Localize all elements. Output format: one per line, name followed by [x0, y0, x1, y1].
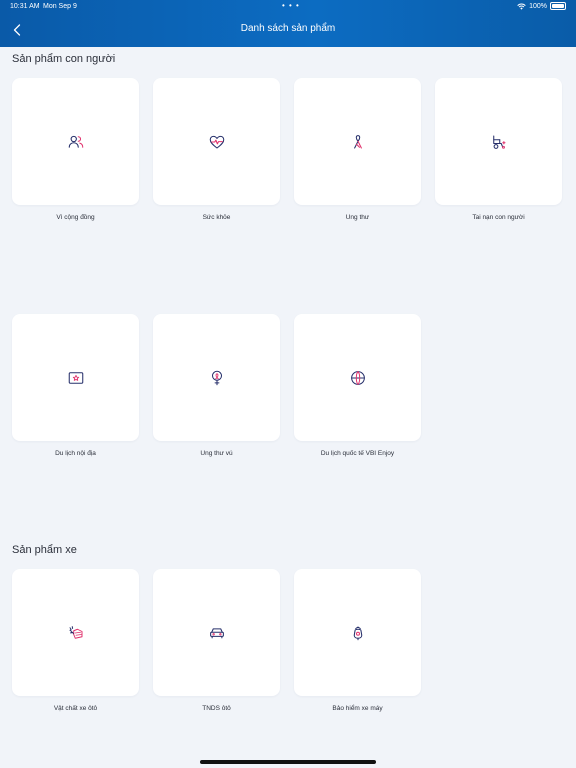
people-icon	[68, 135, 83, 148]
product-label: Vì cộng đồng	[56, 214, 95, 221]
product-card-du-lich-noi-dia[interactable]	[12, 314, 139, 441]
scooter-icon	[353, 625, 362, 640]
status-right: 100%	[517, 2, 566, 10]
product-card-tai-nan[interactable]	[435, 78, 562, 205]
product-card-suc-khoe[interactable]	[153, 78, 280, 205]
product-label: Tai nạn con người	[472, 214, 525, 221]
product-label: Ung thư	[345, 214, 370, 221]
heart-pulse-icon	[209, 135, 224, 149]
product-card-du-lich-quoc-te[interactable]	[294, 314, 421, 441]
wheelchair-icon	[492, 134, 506, 149]
car-damage-icon	[69, 625, 82, 639]
star-card-icon	[68, 371, 83, 384]
page-title: Danh sách sản phẩm	[240, 23, 336, 34]
female-ribbon-icon	[211, 370, 222, 385]
battery-percent: 100%	[529, 2, 547, 10]
home-indicator[interactable]	[200, 760, 376, 764]
car-icon	[209, 627, 224, 638]
product-card-vi-cong-dong[interactable]	[12, 78, 139, 205]
wifi-icon	[517, 3, 526, 10]
product-card-ung-thu[interactable]	[294, 78, 421, 205]
product-label: Du lịch nội địa	[55, 450, 96, 457]
multitask-dots[interactable]: • • •	[282, 1, 300, 10]
ribbon-icon	[353, 134, 362, 149]
status-bar: 10:31 AM Mon Sep 9 • • • 100%	[0, 0, 576, 14]
product-card-ung-thu-vu[interactable]	[153, 314, 280, 441]
product-label: Sức khỏe	[202, 214, 231, 221]
product-label: Bảo hiểm xe máy	[332, 705, 383, 712]
product-label: Ung thư vú	[200, 450, 233, 457]
product-label: Du lịch quốc tế VBI Enjoy	[320, 450, 395, 457]
product-card-bao-hiem-xe-may[interactable]	[294, 569, 421, 696]
status-date: Mon Sep 9	[43, 3, 77, 10]
section-title-human: Sản phẩm con người	[12, 53, 116, 65]
battery-icon	[550, 2, 566, 10]
status-time: 10:31 AM	[10, 3, 40, 10]
globe-icon	[350, 370, 365, 385]
product-card-tnds-oto[interactable]	[153, 569, 280, 696]
product-label: Vật chất xe ôtô	[53, 705, 98, 712]
product-card-vat-chat-xe-oto[interactable]	[12, 569, 139, 696]
section-title-vehicle: Sản phẩm xe	[12, 544, 77, 556]
app-header: 10:31 AM Mon Sep 9 • • • 100% Danh sách …	[0, 0, 576, 47]
product-label: TNDS ôtô	[202, 705, 231, 712]
